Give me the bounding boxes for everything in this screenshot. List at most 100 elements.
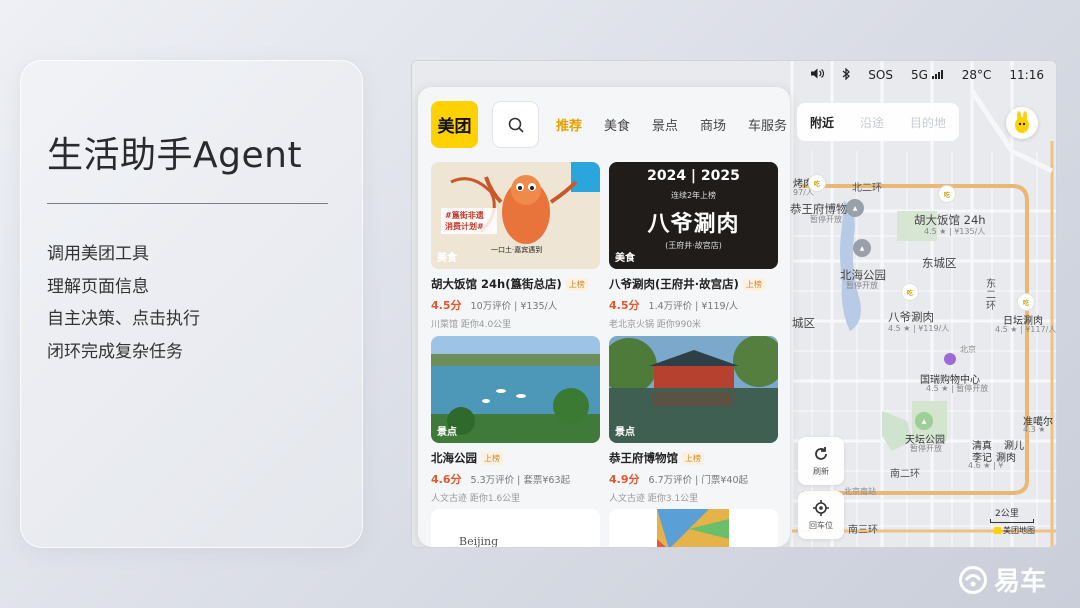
poi-subtitle: 川菜馆 距你4.0公里 [431,320,512,330]
poi-card[interactable] [609,509,778,547]
category-tabs: 推荐 美食 景点 商场 车服务 [556,115,790,134]
poi-reviews: 10万评价 [470,301,512,312]
map-label: 北京南站 [844,487,876,496]
tab-attractions[interactable]: 景点 [652,115,700,134]
meituan-logo[interactable]: 美团 [431,101,478,148]
scale-bar [990,519,1034,523]
refresh-button[interactable]: 刷新 [798,437,844,485]
poi-score: 4.5分 [431,299,462,312]
map-label: 4.5 ★ | ¥119/人 [888,324,950,333]
map-brand-label: 美团地图 [1003,526,1035,535]
recenter-button[interactable]: 回车位 [798,491,844,539]
poi-score: 4.9分 [609,473,640,486]
map-tab-along-route[interactable]: 沿途 [860,114,884,131]
refresh-label: 刷新 [813,467,829,476]
poi-score: 4.5分 [609,299,640,312]
poi-image-text: 连续2年上榜 [670,191,717,200]
district-label: 东城区 [922,256,957,270]
poi-card[interactable]: 景点 恭王府博物馆 上榜 4.9分 6.7万评价 | 门票¥40起 人文古迹 距… [609,336,778,504]
poi-stats: 4.5分 1.4万评价 | ¥119/人 [609,299,739,312]
poi-card[interactable]: Beijing [431,509,600,547]
poi-price: 门票¥40起 [701,475,749,486]
sos-indicator[interactable]: SOS [868,68,893,82]
poi-price: ¥135/人 [520,301,558,312]
tab-car-service[interactable]: 车服务 [748,115,790,134]
restaurant-pin[interactable]: 吃 [808,174,826,192]
attraction-pin[interactable]: ▲ [915,412,933,430]
feature-item: 闭环完成复杂任务 [47,341,183,362]
refresh-icon [815,447,827,460]
poi-name: 恭王府博物馆 [609,451,678,465]
category-badge: 景点 [615,427,635,438]
tab-recommend[interactable]: 推荐 [556,115,604,134]
poi-card[interactable]: #簋街非遗 消费计划# 一口土·嘉宾遇到 美食 胡大饭馆 24h(簋街总店) 上… [431,162,600,330]
status-bar: SOS 5G 28°C 11:16 [811,61,1056,89]
map-tab-bar: 附近 沿途 目的地 [797,103,959,141]
poi-name-row: 恭王府博物馆 上榜 [609,450,778,466]
poi-image-text: #簋街非遗 [445,211,484,220]
poi-card[interactable]: 2024 | 2025 连续2年上榜 八爷涮肉 (王府井·故宫店) 美食 八爷涮… [609,162,778,330]
rank-badge: 上榜 [682,451,704,465]
restaurant-pin[interactable]: 吃 [1017,293,1035,311]
map-label: 暂停开放 [910,444,942,453]
poi-stats: 4.9分 6.7万评价 | 门票¥40起 [609,473,749,486]
map-scale: 2公里 [995,509,1019,519]
poi-image: 景点 [609,336,778,443]
map-label: 4.5 ★ | ¥135/人 [924,227,986,236]
bluetooth-icon [842,67,851,83]
map-tab-nearby[interactable]: 附近 [810,114,834,131]
poi-name-row: 八爷涮肉(王府井·故宫店) 上榜 [609,276,778,292]
map-label: 暂停开放 [810,215,842,224]
map-label: 4.6 ★ | ¥ [968,461,1004,470]
feature-list: 调用美团工具 理解页面信息 自主决策、点击执行 闭环完成复杂任务 [47,238,200,368]
locate-icon [813,500,829,516]
network-label: 5G [910,68,928,82]
poi-image: 景点 [431,336,600,443]
attraction-pin[interactable]: ▲ [853,239,871,257]
poi-reviews: 1.4万评价 [648,301,693,312]
meituan-logo-icon [994,527,1001,534]
poi-card[interactable]: 景点 北海公园 上榜 4.6分 5.3万评价 | 套票¥63起 人文古迹 距你1… [431,336,600,504]
search-icon [508,117,524,133]
rank-badge: 上榜 [742,277,765,291]
clock: 11:16 [1009,68,1044,82]
rank-badge: 上榜 [565,277,588,291]
poi-stats: 4.6分 5.3万评价 | 套票¥63起 [431,473,571,486]
tab-food[interactable]: 美食 [604,115,652,134]
poi-image-text: 一口土·嘉宾遇到 [491,246,543,254]
poi-image-text: Beijing [459,535,499,547]
meituan-panel: 美团 推荐 美食 景点 商场 车服务 #簋街非遗 消费计划# 一口土·嘉宾遇到 … [418,87,790,547]
yiche-logo-icon [959,565,987,594]
poi-image-text: 消费计划# [445,222,484,231]
brand-watermark: 易车 [958,561,1046,598]
poi-reviews: 6.7万评价 [648,475,693,486]
map-label: 北京 [960,345,976,354]
category-badge: 美食 [615,253,635,264]
restaurant-pin[interactable]: 吃 [901,283,919,301]
car-screen: SOS 5G 28°C 11:16 烤肉 97/人 吃 北二环 恭王府博物馆 暂… [411,60,1057,548]
restaurant-pin[interactable]: 吃 [938,185,956,203]
avatar[interactable] [1006,107,1038,139]
mascot-icon [1015,111,1029,133]
poi-name: 胡大饭馆 24h(簋街总店) [431,277,562,291]
poi-stats: 4.5分 10万评价 | ¥135/人 [431,299,558,312]
poi-reviews: 5.3万评价 [470,475,515,486]
map-label: 4.3 ★ [1023,425,1046,434]
district-label: 城区 [792,316,815,330]
poi-name-row: 北海公园 上榜 [431,450,600,466]
feature-item: 调用美团工具 [47,244,149,264]
poi-subtitle: 老北京火锅 距你990米 [609,320,702,330]
rank-badge: 上榜 [481,451,503,465]
map-label: 4.5 ★ | ¥117/人 [995,325,1057,334]
attraction-pin[interactable]: ▲ [846,199,864,217]
road-label: 东二环 [986,279,996,312]
signal-icon [931,70,943,79]
poi-image: #簋街非遗 消费计划# 一口土·嘉宾遇到 美食 [431,162,600,269]
poi-name-row: 胡大饭馆 24h(簋街总店) 上榜 [431,276,600,292]
search-button[interactable] [492,101,539,148]
poi-name: 北海公园 [431,451,477,465]
map-tab-destination[interactable]: 目的地 [910,114,946,131]
temperature: 28°C [961,68,992,82]
tab-malls[interactable]: 商场 [700,115,748,134]
poi-subtitle: 人文古迹 距你3.1公里 [609,494,699,504]
